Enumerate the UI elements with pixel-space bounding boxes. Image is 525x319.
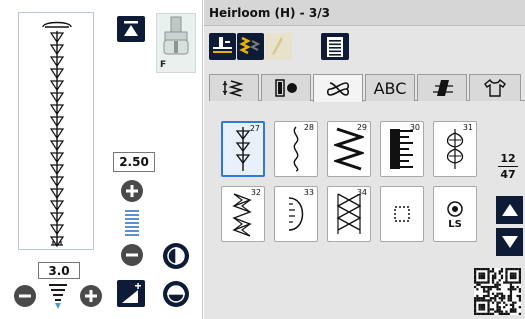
total-pages: 47 — [500, 168, 516, 181]
stitch-category-title-bar: Heirloom (H) - 3/3 — [204, 0, 525, 26]
cross-stitch-icon — [336, 193, 362, 234]
stitch-30[interactable]: 30 — [380, 121, 424, 177]
shirt-icon — [484, 78, 506, 97]
needle-icon — [272, 37, 283, 55]
utility-stitch-icon — [222, 80, 244, 97]
stitch-category-tabs: ABC — [209, 74, 525, 102]
qr-code-image — [474, 268, 521, 315]
page-indicator: 12 47 — [495, 152, 521, 181]
qr-code — [474, 268, 521, 315]
page-title: Heirloom (H) - 3/3 — [209, 5, 330, 20]
stitch-27[interactable]: 27 — [221, 121, 265, 177]
arrow-down-icon — [501, 236, 518, 248]
mirror-vertical-icon — [167, 285, 185, 303]
stitch-number: 27 — [249, 124, 260, 133]
decorative-knot-icon — [326, 81, 350, 96]
minus-icon — [126, 253, 138, 257]
wavy-stitch-icon — [293, 126, 299, 172]
stitch-31[interactable]: 31 — [433, 121, 477, 177]
stitch-28[interactable]: 28 — [274, 121, 318, 177]
stitch-width-minus-button[interactable] — [121, 244, 143, 266]
stitch-33[interactable]: 33 — [274, 186, 318, 242]
stitch-preview — [18, 12, 94, 250]
current-page: 12 — [500, 152, 516, 165]
leaf-stitch-icon — [446, 129, 464, 169]
stitch-number: 30 — [409, 123, 420, 132]
presser-foot-letter: F — [160, 60, 167, 70]
stitch-preview-drawing — [42, 21, 72, 248]
tab-garment-stitches[interactable] — [469, 74, 521, 101]
memory-list-icon — [327, 36, 343, 57]
stitch-36[interactable]: LS — [433, 186, 477, 242]
single-stitch-mode-button[interactable] — [209, 33, 236, 60]
stitch-density-button[interactable] — [117, 280, 145, 307]
stitch-35[interactable] — [380, 186, 424, 242]
stitch-length-value: 3.0 — [38, 262, 80, 279]
stitch-length-plus-button[interactable] — [80, 285, 102, 307]
alphabet-icon: ABC — [373, 78, 407, 98]
stitch-number: 28 — [303, 123, 314, 132]
scallop-stitch-icon — [288, 197, 304, 231]
stitch-number: 34 — [356, 188, 367, 197]
single-stitch-icon — [213, 37, 232, 53]
stitch-29[interactable]: 29 — [327, 121, 371, 177]
needle-mode-button[interactable] — [265, 33, 292, 60]
stitch-number: 32 — [250, 188, 261, 197]
presser-foot-indicator: F — [156, 13, 196, 73]
memory-button[interactable] — [321, 33, 349, 60]
tab-alphabets[interactable]: ABC — [365, 74, 415, 101]
presser-foot-icon — [163, 16, 189, 55]
square-stitch-icon — [394, 206, 410, 222]
stitch-32[interactable]: 32 — [221, 186, 265, 242]
stitch-width-value: 2.50 — [113, 152, 155, 172]
stitch-number: 33 — [303, 188, 314, 197]
plus-icon — [85, 290, 97, 302]
stitch-34[interactable]: 34 — [327, 186, 371, 242]
ls-stitch-icon — [447, 200, 463, 217]
move-to-start-button[interactable] — [117, 16, 145, 42]
stitch-length-scale-icon — [49, 284, 67, 310]
stitch-settings-panel: F 2.50 3.0 — [0, 0, 203, 319]
stitch-number: 31 — [462, 123, 473, 132]
mirror-horizontal-icon — [167, 247, 185, 265]
stitch-width-scale-icon — [125, 210, 139, 236]
tab-decorative-stitches[interactable] — [313, 74, 363, 102]
zigzag-stitch-icon — [334, 127, 364, 171]
density-ramp-icon — [122, 282, 141, 303]
stitch-combination-icon — [239, 36, 261, 55]
stitch-number: 29 — [356, 123, 367, 132]
sewing-machine-screen: F 2.50 3.0 Heirloom (H) - 3/3 ABC 27 28 … — [0, 0, 525, 319]
move-to-top-icon — [124, 21, 138, 36]
ls-label: LS — [448, 218, 462, 230]
plus-icon — [126, 185, 138, 197]
buttonhole-icon — [275, 79, 297, 97]
quilt-stitch-icon — [433, 80, 453, 96]
tab-buttonholes[interactable] — [261, 74, 311, 101]
mirror-vertical-button[interactable] — [163, 281, 189, 307]
page-up-button[interactable] — [496, 196, 523, 224]
mirror-horizontal-button[interactable] — [163, 243, 189, 269]
minus-icon — [19, 294, 31, 298]
blanket-stitch-icon — [390, 129, 413, 169]
feather-stitch-icon — [232, 193, 252, 237]
combination-mode-button[interactable] — [237, 33, 264, 60]
stitch-width-plus-button[interactable] — [121, 180, 143, 202]
tab-utility-stitches[interactable] — [209, 74, 259, 101]
arrow-up-icon — [501, 204, 518, 216]
page-down-button[interactable] — [496, 228, 523, 256]
stitch-length-minus-button[interactable] — [14, 285, 36, 307]
tab-quilt-stitches[interactable] — [417, 74, 467, 101]
